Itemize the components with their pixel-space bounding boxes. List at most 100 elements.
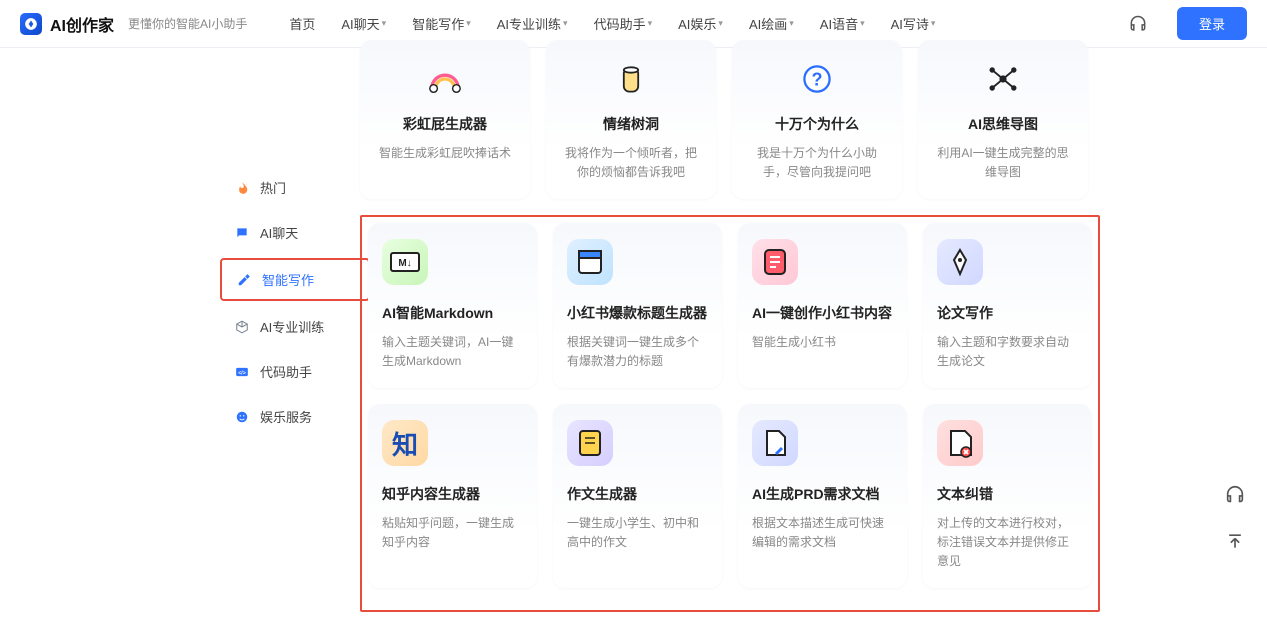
card-xhs-content[interactable]: AI一键创作小红书内容 智能生成小红书 bbox=[738, 223, 907, 388]
chevron-down-icon: ▾ bbox=[648, 18, 653, 29]
nav-write[interactable]: 智能写作▾ bbox=[412, 14, 471, 33]
card-title: AI一键创作小红书内容 bbox=[752, 303, 893, 323]
card-desc: 根据文本描述生成可快速编辑的需求文档 bbox=[752, 514, 893, 551]
back-to-top-icon[interactable] bbox=[1221, 527, 1249, 555]
chevron-down-icon: ▾ bbox=[860, 18, 865, 29]
edit-icon bbox=[236, 272, 252, 288]
chevron-down-icon: ▾ bbox=[382, 18, 387, 29]
sidebar-item-train[interactable]: AI专业训练 bbox=[220, 307, 370, 346]
pen-icon bbox=[937, 239, 983, 285]
chevron-down-icon: ▾ bbox=[718, 18, 723, 29]
card-title: 知乎内容生成器 bbox=[382, 484, 523, 504]
code-icon: </> bbox=[234, 364, 250, 380]
card-zhihu[interactable]: 知 知乎内容生成器 粘贴知乎问题，一键生成知乎内容 bbox=[368, 404, 537, 588]
prd-icon bbox=[752, 420, 798, 466]
sidebar-item-chat[interactable]: AI聊天 bbox=[220, 213, 370, 252]
card-desc: 智能生成彩虹屁吹捧话术 bbox=[374, 144, 516, 163]
svg-text:M↓: M↓ bbox=[398, 258, 411, 269]
card-desc: 一键生成小学生、初中和高中的作文 bbox=[567, 514, 708, 551]
card-title: 论文写作 bbox=[937, 303, 1078, 323]
window-icon bbox=[567, 239, 613, 285]
sidebar-item-code[interactable]: </> 代码助手 bbox=[220, 352, 370, 391]
rainbow-icon bbox=[422, 56, 468, 102]
card-xhs-title[interactable]: 小红书爆款标题生成器 根据关键词一键生成多个有爆款潜力的标题 bbox=[553, 223, 722, 388]
nav-paint[interactable]: AI绘画▾ bbox=[749, 14, 794, 33]
card-row-mid: M↓ AI智能Markdown 输入主题关键词，AI一键生成Markdown 小… bbox=[368, 223, 1092, 388]
card-thesis[interactable]: 论文写作 输入主题和字数要求自动生成论文 bbox=[923, 223, 1092, 388]
card-desc: 智能生成小红书 bbox=[752, 333, 893, 352]
sidebar-label: 娱乐服务 bbox=[260, 407, 312, 426]
nav-code[interactable]: 代码助手▾ bbox=[594, 14, 653, 33]
card-desc: 根据关键词一键生成多个有爆款潜力的标题 bbox=[567, 333, 708, 370]
correct-icon bbox=[937, 420, 983, 466]
card-title: 情绪树洞 bbox=[560, 114, 702, 134]
nav-voice[interactable]: AI语音▾ bbox=[820, 14, 865, 33]
sidebar-label: AI专业训练 bbox=[260, 317, 324, 336]
sidebar-item-write[interactable]: 智能写作 bbox=[220, 258, 370, 301]
essay-icon bbox=[567, 420, 613, 466]
nav-home[interactable]: 首页 bbox=[289, 14, 315, 33]
card-desc: 对上传的文本进行校对，标注错误文本并提供修正意见 bbox=[937, 514, 1078, 570]
top-nav: 首页 AI聊天▾ 智能写作▾ AI专业训练▾ 代码助手▾ AI娱乐▾ AI绘画▾… bbox=[289, 14, 935, 33]
card-markdown[interactable]: M↓ AI智能Markdown 输入主题关键词，AI一键生成Markdown bbox=[368, 223, 537, 388]
nav-train[interactable]: AI专业训练▾ bbox=[497, 14, 568, 33]
question-icon: ? bbox=[794, 56, 840, 102]
card-title: 小红书爆款标题生成器 bbox=[567, 303, 708, 323]
card-title: 十万个为什么 bbox=[746, 114, 888, 134]
chevron-down-icon: ▾ bbox=[931, 18, 936, 29]
card-desc: 粘贴知乎问题，一键生成知乎内容 bbox=[382, 514, 523, 551]
card-why[interactable]: ? 十万个为什么 我是十万个为什么小助手，尽管向我提问吧 bbox=[732, 40, 902, 199]
card-row-top: 彩虹屁生成器 智能生成彩虹屁吹捧话术 情绪树洞 我将作为一个倾听者，把你的烦恼都… bbox=[360, 40, 1100, 199]
chevron-down-icon: ▾ bbox=[789, 18, 794, 29]
svg-text:?: ? bbox=[812, 69, 823, 89]
chevron-down-icon: ▾ bbox=[563, 18, 568, 29]
card-title: AI智能Markdown bbox=[382, 303, 523, 323]
sidebar-label: 代码助手 bbox=[260, 362, 312, 381]
mindmap-icon bbox=[980, 56, 1026, 102]
card-emotion[interactable]: 情绪树洞 我将作为一个倾听者，把你的烦恼都告诉我吧 bbox=[546, 40, 716, 199]
card-title: 文本纠错 bbox=[937, 484, 1078, 504]
card-title: 彩虹屁生成器 bbox=[374, 114, 516, 134]
sidebar-label: 智能写作 bbox=[262, 270, 314, 289]
support-icon[interactable] bbox=[1127, 13, 1149, 35]
zhi-icon: 知 bbox=[382, 420, 428, 466]
chevron-down-icon: ▾ bbox=[466, 18, 471, 29]
fire-icon bbox=[234, 180, 250, 196]
nav-fun[interactable]: AI娱乐▾ bbox=[678, 14, 723, 33]
nav-chat[interactable]: AI聊天▾ bbox=[341, 14, 386, 33]
svg-text:</>: </> bbox=[238, 370, 246, 376]
markdown-icon: M↓ bbox=[382, 239, 428, 285]
card-rainbow[interactable]: 彩虹屁生成器 智能生成彩虹屁吹捧话术 bbox=[360, 40, 530, 199]
highlight-box: M↓ AI智能Markdown 输入主题关键词，AI一键生成Markdown 小… bbox=[360, 215, 1100, 612]
support-float-icon[interactable] bbox=[1221, 481, 1249, 509]
card-title: 作文生成器 bbox=[567, 484, 708, 504]
sidebar-item-fun[interactable]: 娱乐服务 bbox=[220, 397, 370, 436]
tagline: 更懂你的智能AI小助手 bbox=[128, 15, 247, 32]
card-prd[interactable]: AI生成PRD需求文档 根据文本描述生成可快速编辑的需求文档 bbox=[738, 404, 907, 588]
card-desc: 利用AI一键生成完整的思维导图 bbox=[932, 144, 1074, 181]
card-title: AI思维导图 bbox=[932, 114, 1074, 134]
card-desc: 我将作为一个倾听者，把你的烦恼都告诉我吧 bbox=[560, 144, 702, 181]
sidebar-label: AI聊天 bbox=[260, 223, 298, 242]
float-buttons bbox=[1221, 481, 1249, 555]
nav-poem[interactable]: AI写诗▾ bbox=[891, 14, 936, 33]
logo[interactable]: AI创作家 bbox=[20, 12, 114, 36]
jar-icon bbox=[608, 56, 654, 102]
sidebar-label: 热门 bbox=[260, 178, 286, 197]
card-title: AI生成PRD需求文档 bbox=[752, 484, 893, 504]
sidebar: 热门 AI聊天 智能写作 AI专业训练 </> 代码助手 娱乐服务 bbox=[220, 168, 370, 436]
card-desc: 我是十万个为什么小助手，尽管向我提问吧 bbox=[746, 144, 888, 181]
card-essay[interactable]: 作文生成器 一键生成小学生、初中和高中的作文 bbox=[553, 404, 722, 588]
logo-icon bbox=[20, 13, 42, 35]
content-area: 彩虹屁生成器 智能生成彩虹屁吹捧话术 情绪树洞 我将作为一个倾听者，把你的烦恼都… bbox=[360, 40, 1100, 612]
card-row-bot: 知 知乎内容生成器 粘贴知乎问题，一键生成知乎内容 作文生成器 一键生成小学生、… bbox=[368, 404, 1092, 588]
card-mindmap[interactable]: AI思维导图 利用AI一键生成完整的思维导图 bbox=[918, 40, 1088, 199]
card-desc: 输入主题和字数要求自动生成论文 bbox=[937, 333, 1078, 370]
sidebar-item-hot[interactable]: 热门 bbox=[220, 168, 370, 207]
login-button[interactable]: 登录 bbox=[1177, 7, 1247, 40]
note-icon bbox=[752, 239, 798, 285]
cube-icon bbox=[234, 319, 250, 335]
logo-text: AI创作家 bbox=[50, 12, 114, 36]
card-correct[interactable]: 文本纠错 对上传的文本进行校对，标注错误文本并提供修正意见 bbox=[923, 404, 1092, 588]
card-desc: 输入主题关键词，AI一键生成Markdown bbox=[382, 333, 523, 370]
